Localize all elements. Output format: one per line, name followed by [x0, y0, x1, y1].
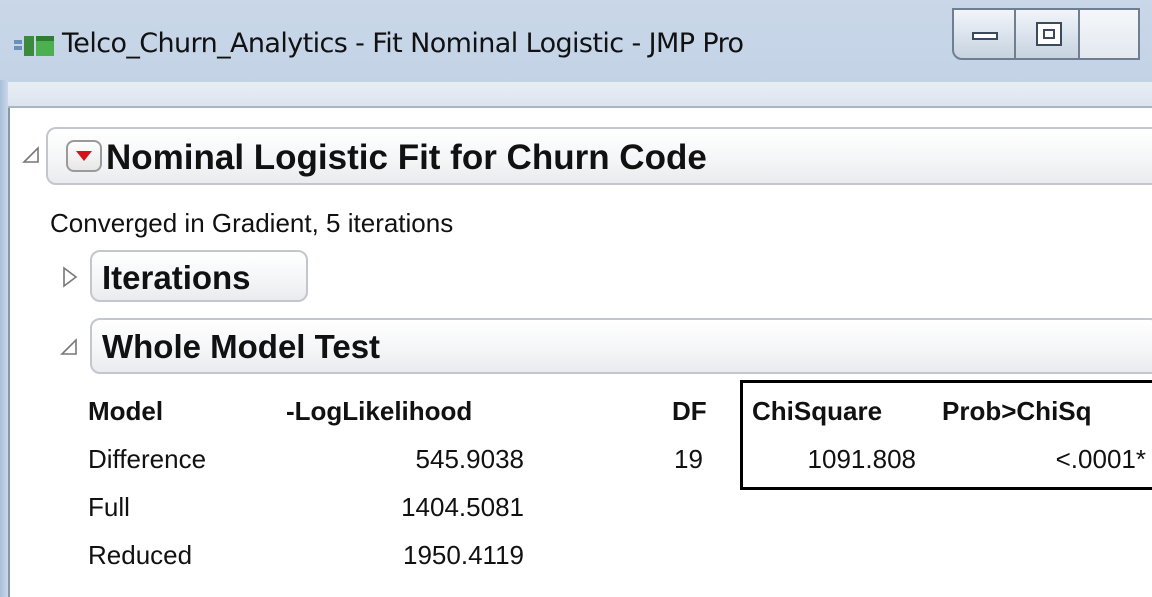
- col-header-model: Model: [88, 396, 164, 426]
- close-button[interactable]: [1080, 8, 1140, 60]
- col-header-df: DF: [672, 396, 707, 426]
- whole-model-test-title: Whole Model Test: [102, 328, 381, 365]
- minimize-icon: [972, 32, 998, 40]
- title-bar[interactable]: Telco_Churn_Analytics - Fit Nominal Logi…: [0, 0, 1152, 82]
- convergence-status: Converged in Gradient, 5 iterations: [50, 208, 454, 238]
- row-full-model: Full: [88, 492, 130, 522]
- collapse-triangle-icon[interactable]: [22, 146, 40, 164]
- row-reduced-loglik: 1950.4119: [403, 540, 524, 570]
- row-reduced-model: Reduced: [88, 540, 193, 570]
- window-title: Telco_Churn_Analytics - Fit Nominal Logi…: [62, 28, 744, 59]
- whole-model-test-header[interactable]: Whole Model Test: [90, 318, 1152, 374]
- row-full-loglik: 1404.5081: [401, 492, 524, 522]
- red-triangle-menu-icon[interactable]: [66, 140, 102, 172]
- row-difference-model: Difference: [88, 444, 207, 474]
- chisquare-highlight-box: [740, 380, 1152, 490]
- nominal-logistic-fit-header[interactable]: Nominal Logistic Fit for Churn Code: [46, 127, 1152, 185]
- collapse-triangle-icon[interactable]: [60, 338, 78, 356]
- minimize-button[interactable]: [952, 8, 1016, 60]
- restore-button[interactable]: [1016, 8, 1080, 60]
- report-pane: Nominal Logistic Fit for Churn Code Conv…: [8, 108, 1152, 597]
- header-title: Nominal Logistic Fit for Churn Code: [106, 138, 707, 177]
- row-difference-loglik: 545.9038: [415, 444, 524, 474]
- window-controls: [952, 8, 1140, 62]
- restore-icon: [1036, 22, 1062, 46]
- iterations-header[interactable]: Iterations: [90, 250, 308, 302]
- iterations-title: Iterations: [102, 259, 251, 296]
- col-header-loglikelihood: -LogLikelihood: [286, 396, 473, 426]
- toolbar-strip: [8, 82, 1152, 108]
- app-window: Telco_Churn_Analytics - Fit Nominal Logi…: [0, 0, 1152, 597]
- expand-triangle-icon[interactable]: [62, 266, 78, 288]
- row-difference-df: 19: [674, 444, 703, 474]
- jmp-data-table-icon: [14, 36, 54, 56]
